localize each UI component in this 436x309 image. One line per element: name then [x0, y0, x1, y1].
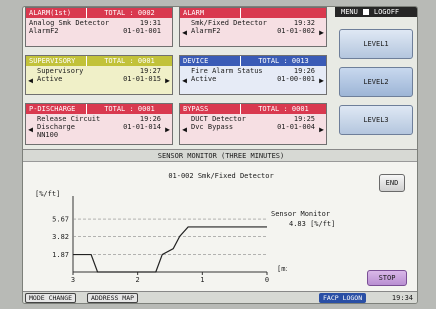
- monitored-device: 01-002 Smk/Fixed Detector: [168, 172, 274, 180]
- next-arrow-icon[interactable]: ▶: [163, 66, 172, 94]
- event-address: 01-01-015: [123, 75, 161, 83]
- event-status: Dvc Bypass: [191, 123, 234, 131]
- event-address: 01-01-004: [277, 123, 315, 131]
- panel-category: BYPASS: [183, 105, 209, 113]
- next-arrow-icon[interactable]: ▶: [163, 114, 172, 144]
- panel-total: [240, 8, 326, 18]
- alarm-first-panel[interactable]: ALARM(1st) TOTAL : 0002 Analog Smk Detect…: [25, 7, 173, 47]
- mode-change-button[interactable]: MODE CHANGE: [25, 293, 77, 303]
- event-time: 19:25: [293, 115, 315, 123]
- device-panel[interactable]: DEVICE TOTAL : 0013 ◀ Fire Alarm Status 19…: [179, 55, 327, 95]
- panel-category: SUPERVISORY: [29, 57, 76, 65]
- next-arrow-icon[interactable]: ▶: [317, 18, 326, 46]
- level1-button[interactable]: LEVEL1: [339, 29, 413, 59]
- x-tick-label: 3: [71, 276, 75, 284]
- event-time: 19:27: [139, 67, 161, 75]
- next-arrow-icon[interactable]: ▶: [317, 66, 326, 94]
- clock: 19:34: [391, 294, 413, 302]
- x-axis-label: [minutes]: [277, 265, 287, 273]
- event-address: 01-01-014: [123, 123, 161, 131]
- next-arrow-icon[interactable]: ▶: [317, 114, 326, 144]
- readout-value: 4.83 [%/ft]: [289, 220, 336, 228]
- event-time: 19:26: [293, 67, 315, 75]
- facp-logon-button[interactable]: FACP LOGON: [319, 293, 367, 303]
- event-description: DUCT Detector: [191, 115, 246, 123]
- sensor-chart: [%/ft] 5.67 3.82 1.87 3 2 1 0 [minutes]: [35, 190, 287, 284]
- panel-category: P-DISCHARGE: [29, 105, 76, 113]
- event-description: Smk/Fixed Detector: [191, 19, 267, 27]
- panel-total: TOTAL : 0013: [240, 56, 326, 66]
- menu-bar: MENU LOGOFF: [335, 7, 417, 17]
- y-tick-label: 3.82: [52, 233, 69, 241]
- event-address: 01-00-001: [277, 75, 315, 83]
- footer-bar: MODE CHANGE ADDRESS MAP FACP LOGON 19:34: [23, 291, 417, 303]
- panel-screen: ALARM(1st) TOTAL : 0002 Analog Smk Detect…: [22, 6, 418, 304]
- event-status: AlarmF2: [191, 27, 221, 35]
- stop-button[interactable]: STOP: [367, 270, 407, 286]
- event-status: AlarmF2: [29, 27, 59, 35]
- address-map-button[interactable]: ADDRESS MAP: [87, 293, 139, 303]
- event-description: Supervisory: [37, 67, 84, 75]
- sensor-monitor-title: SENSOR MONITOR (THREE MINUTES): [23, 150, 417, 162]
- level3-button[interactable]: LEVEL3: [339, 105, 413, 135]
- end-button[interactable]: END: [379, 174, 405, 192]
- x-tick-label: 1: [200, 276, 204, 284]
- level2-button[interactable]: LEVEL2: [339, 67, 413, 97]
- pre-discharge-panel[interactable]: P-DISCHARGE TOTAL : 0001 ◀ Release Circui…: [25, 103, 173, 145]
- y-tick-label: 1.87: [52, 251, 69, 259]
- event-time: 19:26: [139, 115, 161, 123]
- event-description: Release Circuit: [37, 115, 101, 123]
- event-address: 01-01-002: [277, 27, 315, 35]
- panel-category: ALARM(1st): [29, 9, 72, 17]
- panel-category: DEVICE: [183, 57, 209, 65]
- event-address: 01-01-001: [123, 27, 161, 35]
- sensor-monitor-window: SENSOR MONITOR (THREE MINUTES) 01-002 Sm…: [23, 149, 417, 295]
- panel-total: TOTAL : 0001: [240, 104, 326, 114]
- logoff-button[interactable]: LOGOFF: [374, 7, 399, 17]
- event-time: 19:31: [139, 19, 161, 27]
- event-status: Active: [191, 75, 217, 83]
- logoff-square-icon: [362, 9, 369, 15]
- bypass-panel[interactable]: BYPASS TOTAL : 0001 ◀ DUCT Detector 19:25 …: [179, 103, 327, 145]
- menu-button[interactable]: MENU: [341, 7, 358, 17]
- panel-total: TOTAL : 0002: [86, 8, 172, 18]
- event-time: 19:32: [293, 19, 315, 27]
- panel-total: TOTAL : 0001: [86, 56, 172, 66]
- sensor-series-line: [73, 226, 267, 273]
- y-tick-label: 5.67: [52, 216, 69, 224]
- event-extra: NN100: [37, 131, 59, 139]
- event-status: Discharge: [37, 123, 75, 131]
- x-tick-label: 2: [136, 276, 140, 284]
- supervisory-panel[interactable]: SUPERVISORY TOTAL : 0001 ◀ Supervisory 19:…: [25, 55, 173, 95]
- panel-category: ALARM: [183, 9, 205, 17]
- y-axis-label: [%/ft]: [35, 190, 60, 198]
- event-description: Fire Alarm Status: [191, 67, 263, 75]
- event-status: Active: [37, 75, 63, 83]
- x-tick-label: 0: [265, 276, 269, 284]
- event-description: Analog Smk Detector: [29, 19, 110, 27]
- panel-total: TOTAL : 0001: [86, 104, 172, 114]
- alarm-panel[interactable]: ALARM ◀ Smk/Fixed Detector 19:32 AlarmF2 0…: [179, 7, 327, 47]
